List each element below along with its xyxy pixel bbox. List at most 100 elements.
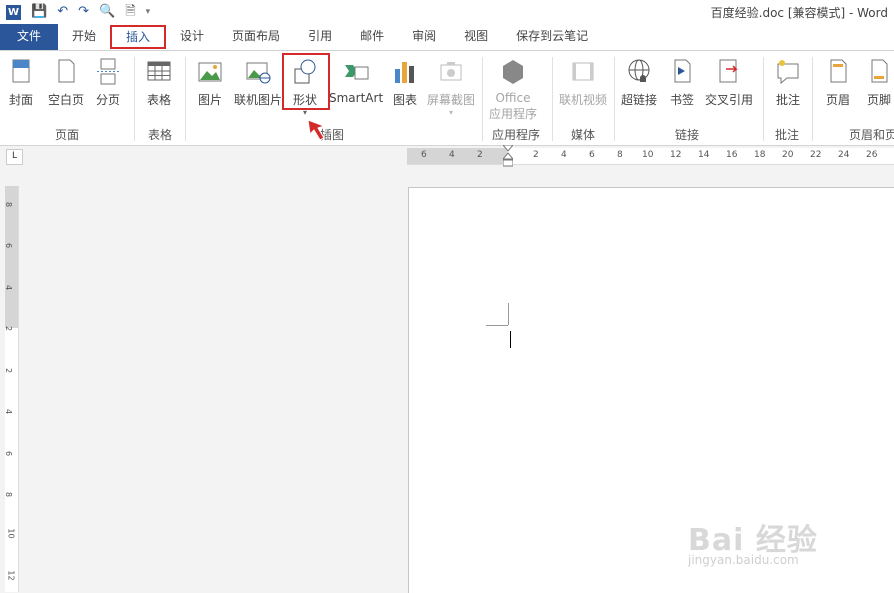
text-cursor [510,331,511,348]
smartart-button[interactable]: SmartArt [329,57,383,105]
ruler-tick: 24 [838,150,850,160]
ruler-margin [5,186,18,328]
ruler-tick: 2 [4,367,14,374]
office-store-icon [503,60,523,84]
ruler-tick: 12 [670,150,682,160]
tab-view[interactable]: 视图 [450,24,502,50]
tab-file[interactable]: 文件 [0,24,58,50]
title-bar: W 💾 ↶ ↷ 🔍 🗎 ▾ 百度经验.doc [兼容模式] - Word [0,0,894,24]
chart-icon [395,62,414,83]
save-icon[interactable]: 💾 [31,3,47,21]
chart-button[interactable]: 图表 [392,57,418,108]
cover-page-button[interactable]: 封面 [8,57,34,108]
office-apps-button[interactable]: Office 应用程序 [489,57,537,122]
vertical-ruler[interactable]: 8 6 4 2 2 4 6 8 10 12 [4,186,19,592]
horizontal-ruler[interactable]: 6 4 2 2 4 6 8 10 12 14 16 18 20 22 24 26 [407,145,894,167]
online-video-icon [572,62,594,81]
office-apps-label-2: 应用程序 [489,107,538,121]
ruler-tick: 26 [866,150,878,160]
online-video-button[interactable]: 联机视频 [559,57,607,108]
screenshot-button[interactable]: 屏幕截图 ▾ [427,57,475,118]
new-comment-label: 批注 [775,93,800,107]
quick-access-toolbar: W 💾 ↶ ↷ 🔍 🗎 ▾ [6,3,150,21]
office-apps-label-1: Office [495,91,531,105]
footer-button[interactable]: 页脚 [866,57,892,108]
header-label: 页眉 [825,93,850,107]
pointer-arrow-icon [307,119,326,141]
screenshot-label: 屏幕截图 [427,93,476,107]
new-comment-button[interactable]: 批注 [775,57,801,108]
screenshot-icon [440,62,462,81]
group-comments-label: 批注 [775,128,800,142]
tab-cloud-notes[interactable]: 保存到云笔记 [502,24,602,50]
header-icon [830,59,847,83]
ruler-tick: 8 [617,150,623,160]
ruler-tick: 6 [4,450,14,457]
cover-page-icon [12,59,30,83]
online-picture-button[interactable]: 联机图片 [234,57,282,108]
tab-layout[interactable]: 页面布局 [218,24,294,50]
tab-home[interactable]: 开始 [58,24,110,50]
header-button[interactable]: 页眉 [825,57,851,108]
customize-icon[interactable]: ▾ [146,3,151,21]
page-break-button[interactable]: 分页 [95,57,121,108]
online-video-label: 联机视频 [559,93,608,107]
ruler-tick: 10 [6,528,16,539]
hyperlink-button[interactable]: 超链接 [621,57,657,108]
tab-mailings[interactable]: 邮件 [346,24,398,50]
tab-design[interactable]: 设计 [166,24,218,50]
tab-review[interactable]: 审阅 [398,24,450,50]
tab-selector[interactable]: L [6,149,23,165]
ribbon: 封面 空白页 分页 页面 表格 表格 图片 联机图片 形状 ▾ SmartArt… [0,50,894,146]
print-preview-icon[interactable]: 🔍 [99,3,115,21]
footer-label: 页脚 [866,93,891,107]
ruler-tick: 6 [589,150,595,160]
ruler-tick: 6 [4,242,14,249]
smartart-icon [345,65,369,80]
table-label: 表格 [146,93,171,107]
blank-page-button[interactable]: 空白页 [48,57,84,108]
online-picture-label: 联机图片 [234,93,283,107]
screenshot-dropdown-icon: ▾ [449,108,454,117]
group-divider [763,57,764,141]
ruler-tick: 4 [561,150,567,160]
undo-icon[interactable]: ↶ [57,3,68,21]
new-document-icon[interactable]: 🗎 [125,3,135,21]
hyperlink-icon [628,59,650,82]
tab-insert[interactable]: 插入 [110,25,167,49]
page-break-label: 分页 [95,93,120,107]
group-apps-label: 应用程序 [492,128,541,142]
group-divider [185,57,186,141]
redo-icon[interactable]: ↷ [78,3,89,21]
hyperlink-label: 超链接 [621,93,658,107]
blank-page-label: 空白页 [48,93,85,107]
ruler-tick: 18 [754,150,766,160]
group-pages-label: 页面 [55,128,80,142]
picture-label: 图片 [197,93,222,107]
picture-icon [198,62,222,82]
table-icon [147,61,171,81]
tab-references[interactable]: 引用 [294,24,346,50]
group-divider [482,57,483,141]
ruler-tick: 6 [421,150,427,160]
ruler-tick: 20 [782,150,794,160]
cross-reference-button[interactable]: 交叉引用 [705,57,753,108]
table-button[interactable]: 表格 [146,57,172,108]
group-divider [552,57,553,141]
ruler-tick: 8 [4,201,14,208]
crop-mark [486,325,508,326]
document-page[interactable] [408,187,894,593]
ruler-tick: 4 [449,150,455,160]
watermark-url: jingyan.baidu.com [688,553,799,567]
word-logo-icon[interactable]: W [6,4,21,20]
ruler-tick: 2 [4,325,14,332]
page-break-icon [97,58,119,85]
cover-page-label: 封面 [8,93,33,107]
ruler-tick: 22 [810,150,822,160]
picture-button[interactable]: 图片 [197,57,223,108]
cross-reference-icon [719,59,738,83]
bookmark-button[interactable]: 书签 [669,57,695,108]
indent-marker-icon[interactable] [503,145,513,167]
blank-page-icon [58,59,75,83]
group-links-label: 链接 [675,128,700,142]
